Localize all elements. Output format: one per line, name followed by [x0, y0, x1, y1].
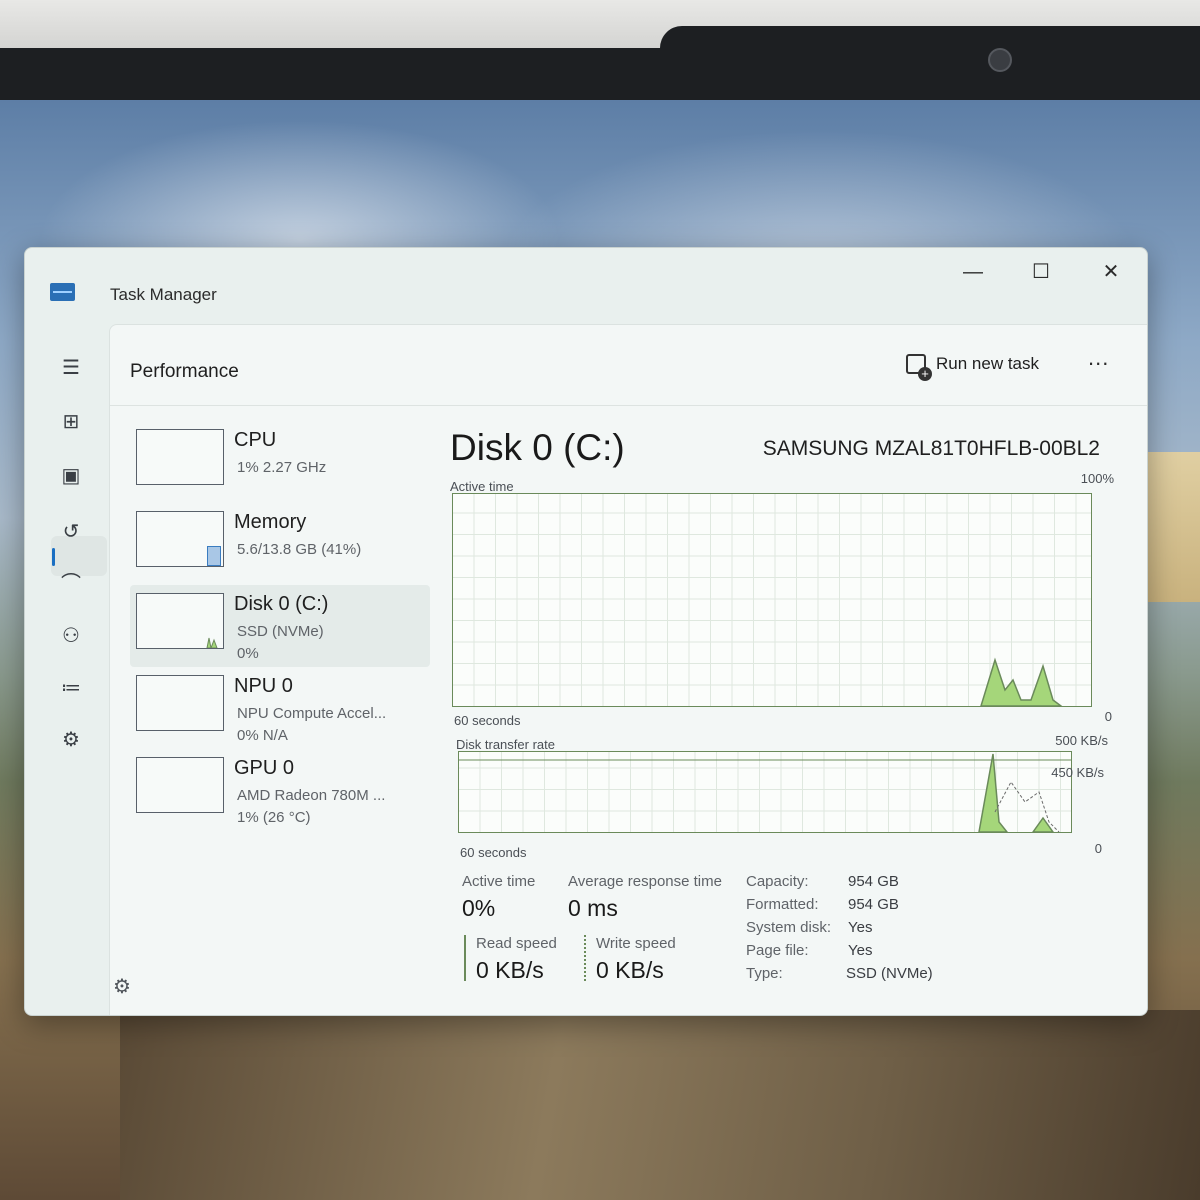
device-name: NPU 0 [234, 675, 293, 697]
device-item-cpu[interactable]: CPU 1% 2.27 GHz [130, 421, 430, 503]
title-bar[interactable]: Task Manager — ☐ ✕ [25, 248, 1147, 324]
details-icon[interactable]: ≔ [57, 674, 85, 702]
avg-response-value: 0 ms [568, 895, 618, 921]
device-item-disk[interactable]: Disk 0 (C:) SSD (NVMe) 0% [130, 585, 430, 667]
device-detail: 1% 2.27 GHz [237, 459, 327, 476]
prop-label: Type: [746, 965, 783, 982]
prop-label: Formatted: [746, 896, 819, 913]
write-speed-indicator [584, 935, 586, 981]
window-title: Task Manager [110, 285, 217, 304]
device-usage: 1% (26 °C) [237, 809, 311, 826]
disk-title: Disk 0 (C:) [450, 427, 625, 468]
active-time-graph [452, 493, 1092, 707]
memory-usage-fill [207, 546, 221, 566]
device-usage: 0% [237, 645, 259, 662]
task-manager-icon [50, 283, 75, 301]
device-name: CPU [234, 429, 277, 451]
device-name: GPU 0 [234, 757, 295, 779]
processes-icon[interactable]: ⊞ [57, 408, 85, 436]
transfer-rate-graph-min: 0 [1094, 841, 1102, 856]
maximize-button[interactable]: ☐ [1021, 258, 1061, 286]
device-detail: 5.6/13.8 GB (41%) [237, 541, 362, 558]
write-speed-value: 0 KB/s [596, 957, 664, 983]
task-manager-window: Task Manager — ☐ ✕ ☰ ⊞ ▣ ↺ ⌒ ⚇ ≔ ⚙ Perfo… [24, 247, 1148, 1016]
active-time-graph-min: 0 [1104, 709, 1112, 724]
active-time-graph-max: 100% [1080, 471, 1114, 486]
run-task-icon [906, 354, 932, 381]
cpu-thumbnail-graph [136, 429, 224, 485]
prop-value: 954 GB [848, 896, 899, 913]
gpu-thumbnail-graph [136, 757, 224, 813]
performance-pane: Performance Run new task ... CPU 1% 2.27… [109, 324, 1147, 1015]
menu-icon[interactable]: ☰ [57, 354, 85, 382]
minimize-button[interactable]: — [953, 258, 993, 286]
active-time-graph-label: Active time [450, 479, 514, 494]
disk-thumbnail-spark [206, 637, 218, 650]
more-options-button[interactable]: ... [1088, 345, 1109, 371]
read-speed-indicator [464, 935, 466, 981]
transfer-rate-graph-max: 500 KB/s [1055, 733, 1108, 748]
users-icon[interactable]: ⚇ [57, 622, 85, 650]
read-speed-value: 0 KB/s [476, 957, 544, 983]
write-speed-label: Write speed [596, 935, 676, 952]
disk-detail-panel: Disk 0 (C:) SAMSUNG MZAL81T0HFLB-00BL2 A… [450, 421, 1140, 1011]
device-usage: 0% N/A [237, 727, 288, 744]
prop-value: SSD (NVMe) [846, 965, 933, 982]
device-name: Disk 0 (C:) [234, 593, 329, 615]
device-item-gpu[interactable]: GPU 0 AMD Radeon 780M ... 1% (26 °C) [130, 749, 430, 831]
page-header: Performance Run new task ... [110, 325, 1147, 406]
device-item-npu[interactable]: NPU 0 NPU Compute Accel... 0% N/A [130, 667, 430, 749]
nav-active-indicator [52, 548, 55, 566]
prop-value: Yes [848, 919, 873, 936]
wallpaper-cliff [120, 1010, 1200, 1200]
run-new-task-button[interactable]: Run new task [906, 349, 1039, 381]
read-speed-label: Read speed [476, 935, 557, 952]
device-name: Memory [234, 511, 307, 533]
active-time-series [980, 657, 1063, 706]
transfer-rate-graph-label: Disk transfer rate [456, 737, 555, 752]
startup-apps-icon[interactable]: ⌒ [57, 570, 85, 598]
prop-label: System disk: [746, 919, 832, 936]
active-time-value: 0% [462, 895, 496, 921]
screen-bezel [0, 48, 1200, 106]
active-time-graph-xspan: 60 seconds [454, 713, 521, 728]
performance-icon[interactable]: ▣ [57, 462, 85, 490]
transfer-rate-threshold: 450 KB/s [1051, 765, 1104, 780]
nav-rail: ☰ ⊞ ▣ ↺ ⌒ ⚇ ≔ ⚙ [25, 324, 109, 1015]
app-history-icon[interactable]: ↺ [57, 518, 85, 546]
transfer-rate-series [459, 753, 1071, 832]
services-icon[interactable]: ⚙ [57, 726, 85, 754]
prop-value: Yes [848, 942, 873, 959]
active-time-label: Active time [462, 873, 536, 890]
device-detail: SSD (NVMe) [237, 623, 324, 640]
prop-label: Capacity: [746, 873, 809, 890]
prop-value: 954 GB [848, 873, 899, 890]
close-button[interactable]: ✕ [1091, 258, 1131, 286]
transfer-rate-graph-xspan: 60 seconds [460, 845, 527, 860]
device-detail: AMD Radeon 780M ... [237, 787, 386, 804]
run-new-task-label: Run new task [936, 354, 1039, 373]
avg-response-label: Average response time [568, 873, 722, 890]
settings-icon[interactable]: ⚙ [113, 974, 131, 999]
device-list: CPU 1% 2.27 GHz Memory 5.6/13.8 GB (41%)… [130, 421, 430, 831]
memory-thumbnail-graph [136, 511, 224, 567]
device-detail: NPU Compute Accel... [237, 705, 387, 722]
webcam [988, 48, 1012, 72]
prop-label: Page file: [746, 942, 809, 959]
disk-model: SAMSUNG MZAL81T0HFLB-00BL2 [762, 437, 1100, 460]
npu-thumbnail-graph [136, 675, 224, 731]
page-title: Performance [130, 361, 239, 382]
device-item-memory[interactable]: Memory 5.6/13.8 GB (41%) [130, 503, 430, 585]
transfer-rate-graph [458, 751, 1072, 833]
disk-thumbnail-graph [136, 593, 224, 650]
